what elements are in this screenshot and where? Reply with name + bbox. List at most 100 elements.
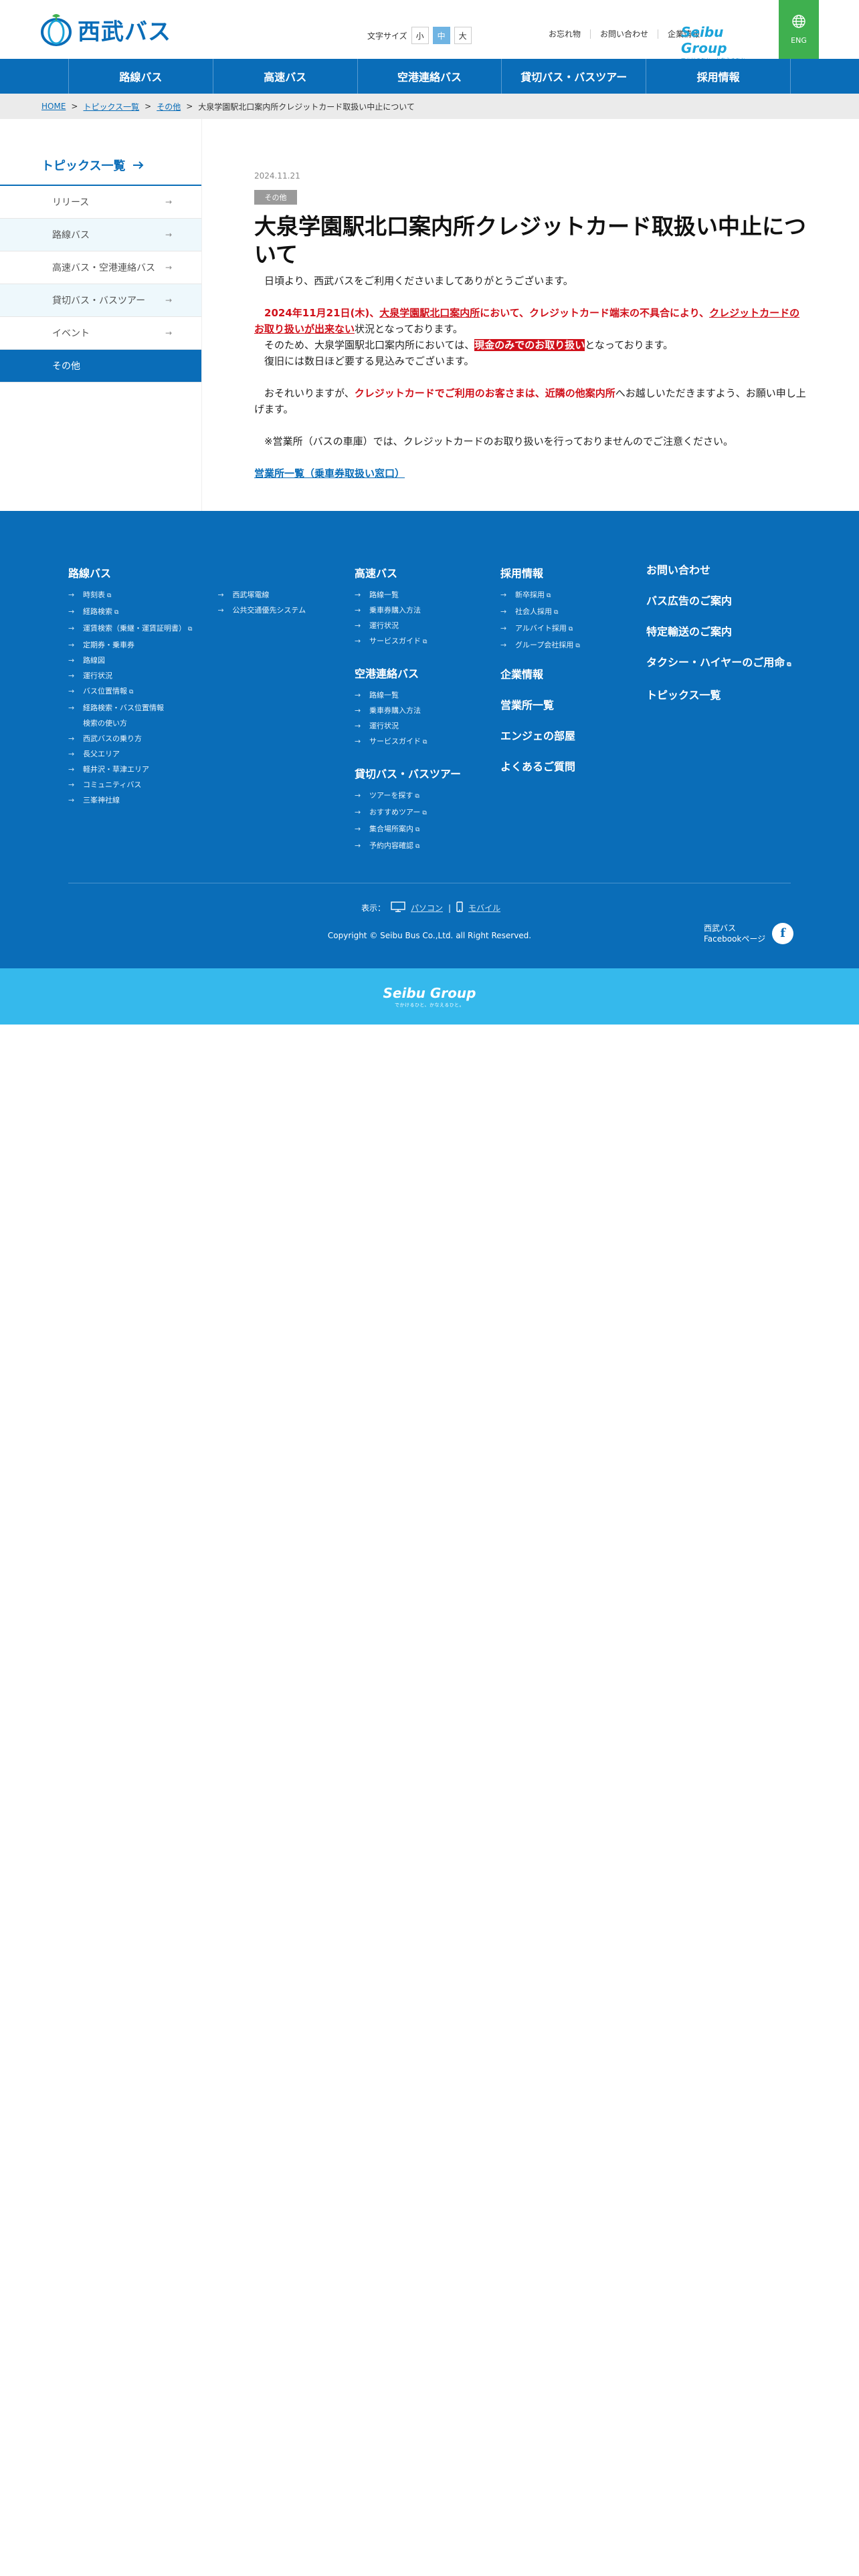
footer-link[interactable]: 乗車券購入方法	[355, 703, 461, 718]
font-size-large-button[interactable]: 大	[454, 27, 472, 44]
footer-big-link[interactable]: 特定輸送のご案内	[646, 617, 791, 647]
footer-link[interactable]: 経路検索・バス位置情報検索の使い方	[68, 700, 192, 731]
nav-recruit[interactable]: 採用情報	[646, 59, 791, 94]
footer-heading[interactable]: 空港連絡バス	[355, 665, 461, 681]
nav-highway-bus[interactable]: 高速バス	[212, 59, 357, 94]
sidebar-title-link[interactable]: トピックス一覧	[41, 156, 144, 174]
footer-heading[interactable]: 路線バス	[68, 564, 306, 580]
footer-heading[interactable]: 高速バス	[355, 564, 461, 580]
footer-big-link[interactable]: 営業所一覧	[500, 690, 580, 721]
facebook-icon: f	[772, 923, 794, 944]
footer-link[interactable]: 運行状況	[68, 668, 192, 683]
footer-link[interactable]: アルバイト採用⧉	[500, 621, 580, 637]
footer-big-link[interactable]: 企業情報	[500, 659, 580, 690]
sidebar-item-other[interactable]: その他	[0, 350, 201, 383]
footer-link[interactable]: ツアーを探す⧉	[355, 788, 461, 804]
footer-link[interactable]: おすすめツアー⧉	[355, 804, 461, 821]
footer-link[interactable]: 時刻表⧉	[68, 587, 192, 604]
external-link-icon: ⧉	[554, 609, 559, 616]
footer-link[interactable]: 軽井沢・草津エリア	[68, 762, 192, 777]
footer-link[interactable]: 路線一覧	[355, 587, 461, 603]
sidebar-item-event[interactable]: イベント →	[0, 317, 201, 350]
footer-link[interactable]: 集合場所案内⧉	[355, 821, 461, 838]
arrow-right-icon: →	[165, 328, 172, 338]
nav-airport-bus[interactable]: 空港連絡バス	[357, 59, 502, 94]
footer-heading[interactable]: 採用情報	[500, 564, 580, 580]
footer-link[interactable]: グループ会社採用⧉	[500, 637, 580, 654]
lost-items-link[interactable]: お忘れ物	[541, 29, 590, 39]
footer-big-link[interactable]: よくあるご質問	[500, 752, 580, 782]
contact-link[interactable]: お問い合わせ	[590, 29, 658, 39]
body-paragraph: おそれいりますが、クレジットカードでご利用のお客さまは、近隣の他案内所へお越しい…	[254, 385, 809, 417]
site-logo[interactable]: 西武バス	[40, 12, 171, 47]
external-link-icon: ⧉	[787, 661, 791, 668]
footer-link[interactable]: 路線図	[68, 653, 192, 668]
highlight-date: 2024年11月21日(木)、	[264, 307, 380, 319]
footer-big-link[interactable]: お問い合わせ	[646, 555, 791, 586]
article-date: 2024.11.21	[254, 171, 300, 181]
seibu-group-logo[interactable]: Seibu Group でかけるひと、かなえるひと。	[681, 24, 761, 63]
footer-link[interactable]: 定期券・乗車券	[68, 637, 192, 653]
breadcrumb-topics[interactable]: トピックス一覧	[83, 101, 139, 112]
font-size-small-button[interactable]: 小	[411, 27, 429, 44]
breadcrumb-home[interactable]: HOME	[41, 102, 66, 111]
english-label: ENG	[791, 36, 807, 45]
footer-link[interactable]: 新卒採用⧉	[500, 587, 580, 604]
footer-link[interactable]: コミュニティバス	[68, 777, 192, 792]
footer-col-route-bus: 路線バス 時刻表⧉経路検索⧉運賃検索（乗継・運賃証明書）⧉定期券・乗車券路線図運…	[68, 564, 306, 808]
footer-link[interactable]: 経路検索⧉	[68, 604, 192, 621]
footer-link[interactable]: バス位置情報⧉	[68, 683, 192, 700]
footer-link[interactable]: サービスガイド⧉	[355, 734, 461, 750]
footer-link[interactable]: 西武バスの乗り方	[68, 731, 192, 746]
footer-big-link[interactable]: タクシー・ハイヤーのご用命 ⧉	[646, 647, 791, 680]
footer-heading[interactable]: 貸切バス・バスツアー	[355, 765, 461, 781]
footer-link[interactable]: 運行状況	[355, 718, 461, 734]
breadcrumb-category[interactable]: その他	[157, 101, 181, 112]
arrow-right-icon: →	[165, 197, 172, 207]
office-list-link[interactable]: 営業所一覧（乗車券取扱い窓口）	[254, 467, 405, 479]
footer-link[interactable]: 三峯神社線	[68, 792, 192, 808]
english-button[interactable]: ENG	[779, 0, 819, 59]
sidebar-item-label: 高速バス・空港連絡バス	[52, 263, 155, 274]
footer-link[interactable]: 路線一覧	[355, 687, 461, 703]
category-badge: その他	[254, 190, 297, 205]
footer-link[interactable]: 西武塚電線	[217, 587, 306, 603]
footer-list: 時刻表⧉経路検索⧉運賃検索（乗継・運賃証明書）⧉定期券・乗車券路線図運行状況バス…	[68, 587, 192, 808]
sidebar-item-highway-airport[interactable]: 高速バス・空港連絡バス →	[0, 251, 201, 284]
footer-link[interactable]: 予約内容確認⧉	[355, 838, 461, 855]
footer-big-link[interactable]: エンジェの部屋	[500, 721, 580, 752]
breadcrumb-separator: >	[71, 102, 78, 111]
nav-route-bus[interactable]: 路線バス	[68, 59, 213, 94]
arrow-right-icon	[133, 158, 144, 173]
footer-link[interactable]: サービスガイド⧉	[355, 633, 461, 650]
display-mobile-link[interactable]: モバイル	[468, 902, 500, 914]
footer-link[interactable]: 公共交通優先システム	[217, 603, 306, 618]
office-link[interactable]: 大泉学園駅北口案内所	[379, 307, 480, 319]
footer-link[interactable]: 長父エリア	[68, 746, 192, 762]
external-link-icon: ⧉	[188, 626, 193, 633]
sidebar-item-charter[interactable]: 貸切バス・バスツアー →	[0, 284, 201, 317]
band-group-logo[interactable]: Seibu Group	[383, 985, 476, 1001]
sidebar-item-route-bus[interactable]: 路線バス →	[0, 219, 201, 251]
footer-link[interactable]: 運行状況	[355, 618, 461, 633]
highlight-text: において、クレジットカード端末の不具合により、	[480, 307, 710, 319]
body-paragraph: 営業所一覧（乗車券取扱い窓口）	[254, 465, 809, 481]
site-header: 西武バス 文字サイズ 小 中 大 お忘れ物 お問い合わせ 企業情報 Seibu …	[0, 0, 859, 63]
font-size-switcher: 文字サイズ 小 中 大	[367, 27, 472, 44]
external-link-icon: ⧉	[547, 593, 551, 599]
font-size-medium-button[interactable]: 中	[432, 27, 450, 44]
nav-charter-bus[interactable]: 貸切バス・バスツアー	[501, 59, 646, 94]
facebook-link[interactable]: 西武バス Facebookページ f	[704, 923, 794, 944]
footer-link[interactable]: 乗車券購入方法	[355, 603, 461, 618]
mobile-icon	[456, 901, 463, 914]
footer-list: 新卒採用⧉社会人採用⧉アルバイト採用⧉グループ会社採用⧉	[500, 587, 580, 654]
display-switch: 表示： パソコン | モバイル	[361, 901, 500, 914]
sidebar-item-release[interactable]: リリース →	[0, 186, 201, 219]
breadcrumb-separator: >	[145, 102, 152, 111]
footer-link[interactable]: 運賃検索（乗継・運賃証明書）⧉	[68, 621, 192, 637]
footer-link[interactable]: 社会人採用⧉	[500, 604, 580, 621]
site-footer: 路線バス 時刻表⧉経路検索⧉運賃検索（乗継・運賃証明書）⧉定期券・乗車券路線図運…	[0, 511, 859, 968]
footer-big-link[interactable]: トピックス一覧	[646, 680, 791, 711]
footer-big-link[interactable]: バス広告のご案内	[646, 586, 791, 617]
display-pc-link[interactable]: パソコン	[411, 902, 443, 914]
